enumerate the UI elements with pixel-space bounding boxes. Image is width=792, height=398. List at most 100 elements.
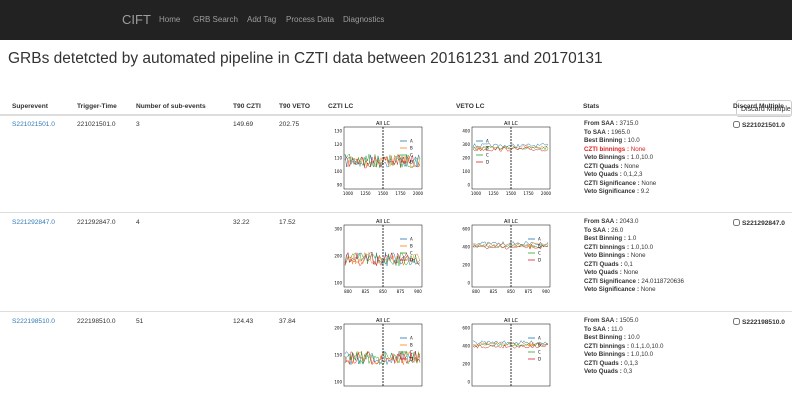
y-tick-label: 200 bbox=[462, 362, 470, 367]
plot-title: All LC bbox=[376, 219, 391, 225]
y-tick-label: 100 bbox=[334, 281, 342, 286]
stat-line: Best Binning : 10.0 bbox=[584, 334, 663, 343]
stat-value: None bbox=[639, 179, 657, 187]
y-tick-label: 600 bbox=[462, 326, 470, 331]
plot-title: All LC bbox=[504, 318, 519, 324]
superevent-link[interactable]: S221292847.0 bbox=[12, 219, 55, 226]
nav-home[interactable]: Home bbox=[159, 15, 180, 24]
legend-label: B bbox=[538, 244, 541, 249]
nav-grb-search[interactable]: GRB Search bbox=[193, 15, 238, 24]
y-tick-label: 0 bbox=[467, 281, 470, 286]
discard-checkbox-label: S222198510.0 bbox=[742, 319, 785, 326]
stat-key: Veto Significance : bbox=[584, 188, 640, 195]
y-tick-label: 400 bbox=[462, 344, 470, 349]
discard-checkbox-input[interactable] bbox=[733, 219, 740, 226]
stat-value: None bbox=[639, 286, 656, 293]
veto-lc-plot: All LC 600 400 200 0 A B C D bbox=[454, 316, 554, 398]
stat-line: CZTI binnings : 0.1,1.0,10.0 bbox=[584, 343, 663, 352]
x-tick-label: 900 bbox=[414, 289, 422, 294]
y-tick-label: 0 bbox=[467, 183, 470, 188]
stat-line: Veto Binnings : None bbox=[584, 252, 684, 261]
stat-value: 0,3 bbox=[621, 368, 633, 375]
stat-value: 2043.0 bbox=[617, 218, 639, 225]
stat-value: 10.0 bbox=[625, 334, 640, 341]
x-tick-label: 1250 bbox=[488, 191, 499, 196]
stat-line: Veto Significance : None bbox=[584, 286, 684, 295]
trigger-time: 221021501.0 bbox=[77, 121, 116, 128]
stat-line: From SAA : 1505.0 bbox=[584, 317, 663, 326]
legend-label: B bbox=[410, 146, 413, 151]
legend-label: B bbox=[538, 343, 541, 348]
stat-line: CZTI Quads : None bbox=[584, 163, 656, 172]
stat-key: Veto Quads : bbox=[584, 171, 622, 178]
y-tick-label: 110 bbox=[334, 156, 342, 161]
row-divider bbox=[0, 311, 792, 312]
stat-key: Best Binning : bbox=[584, 137, 626, 144]
stat-line: Veto Quads : 0,3 bbox=[584, 368, 663, 377]
brand-link[interactable]: CIFT bbox=[122, 12, 151, 27]
stat-line: To SAA : 1965.0 bbox=[584, 129, 656, 138]
legend-label: C bbox=[410, 251, 413, 256]
stat-key: CZTI binnings : bbox=[584, 243, 630, 251]
t90-veto: 17.52 bbox=[279, 219, 296, 226]
x-tick-label: 1750 bbox=[395, 191, 406, 196]
y-tick-label: 200 bbox=[334, 254, 342, 259]
stat-key: CZTI binnings : bbox=[584, 342, 630, 350]
discard-checkbox-label: S221292847.0 bbox=[742, 220, 785, 227]
sub-event-count: 4 bbox=[136, 219, 140, 226]
t90-czti: 124.43 bbox=[233, 318, 254, 325]
stat-value: 1.0,10.0 bbox=[629, 243, 654, 251]
stat-line: CZTI binnings : None bbox=[584, 146, 656, 155]
legend-label: C bbox=[486, 153, 489, 158]
stat-line: To SAA : 26.0 bbox=[584, 227, 684, 236]
stat-value: None bbox=[621, 269, 639, 276]
stat-line: CZTI binnings : 1.0,10.0 bbox=[584, 244, 684, 253]
nav-add-tag[interactable]: Add Tag bbox=[247, 15, 276, 24]
y-tick-label: 0 bbox=[467, 380, 470, 385]
t90-czti: 149.69 bbox=[233, 121, 254, 128]
legend-label: C bbox=[410, 153, 413, 158]
header-t90-veto: T90 VETO bbox=[279, 103, 311, 110]
veto-lc-plot: All LC 600 400 200 0 800 825 850 875 900 A B C D bbox=[454, 217, 554, 299]
nav-diagnostics[interactable]: Diagnostics bbox=[343, 15, 384, 24]
x-tick-label: 1750 bbox=[523, 191, 534, 196]
discard-checkbox[interactable]: S221021501.0 bbox=[733, 121, 785, 129]
stat-value: 0,1 bbox=[622, 260, 633, 268]
legend-label: A bbox=[486, 139, 489, 144]
stat-value: 1.0,10.0 bbox=[629, 351, 654, 358]
discard-checkbox[interactable]: S222198510.0 bbox=[733, 318, 785, 326]
x-tick-label: 875 bbox=[397, 289, 405, 294]
t90-czti: 32.22 bbox=[233, 219, 250, 226]
stat-line: Veto Significance : 9.2 bbox=[584, 188, 656, 197]
discard-checkbox[interactable]: S221292847.0 bbox=[733, 219, 785, 227]
legend-label: D bbox=[538, 357, 541, 362]
stat-value: 24.0118720636 bbox=[639, 277, 684, 285]
discard-checkbox-input[interactable] bbox=[733, 318, 740, 325]
header-discard-multiple: Discard Multiple bbox=[733, 103, 784, 110]
veto-lc-plot: All LC 400 300 200 100 0 1000 1250 1500 1750 2000 A… bbox=[454, 119, 554, 201]
stat-key: Best Binning : bbox=[584, 235, 626, 242]
superevent-link[interactable]: S221021501.0 bbox=[12, 121, 55, 128]
header-veto-lc: VETO LC bbox=[456, 103, 485, 110]
plot-title: All LC bbox=[376, 121, 391, 127]
legend-label: A bbox=[538, 237, 541, 242]
discard-checkbox-input[interactable] bbox=[733, 121, 740, 128]
header-divider bbox=[0, 114, 792, 116]
czti-lc-plot: All LC 130 120 110 100 90 1000 1250 1500 1750 2000… bbox=[326, 119, 426, 201]
header-czti-lc: CZTI LC bbox=[328, 103, 354, 110]
discard-checkbox-label: S221021501.0 bbox=[742, 122, 785, 129]
stats-block: From SAA : 1505.0 To SAA : 11.0 Best Binni… bbox=[584, 317, 663, 377]
y-tick-label: 120 bbox=[334, 142, 342, 147]
nav-process-data[interactable]: Process Data bbox=[286, 15, 334, 24]
stat-value: 0.1,1.0,10.0 bbox=[629, 342, 664, 350]
y-tick-label: 300 bbox=[462, 142, 470, 147]
stat-key: CZTI Significance : bbox=[584, 179, 640, 187]
x-tick-label: 825 bbox=[490, 289, 498, 294]
legend-label: D bbox=[410, 258, 413, 263]
stat-key: To SAA : bbox=[584, 325, 610, 333]
stat-value: 9.2 bbox=[639, 188, 650, 195]
stat-line: CZTI Significance : 24.0118720636 bbox=[584, 278, 684, 287]
x-tick-label: 1500 bbox=[506, 191, 517, 196]
header-superevent: Superevent bbox=[12, 103, 48, 110]
superevent-link[interactable]: S222198510.0 bbox=[12, 318, 55, 325]
